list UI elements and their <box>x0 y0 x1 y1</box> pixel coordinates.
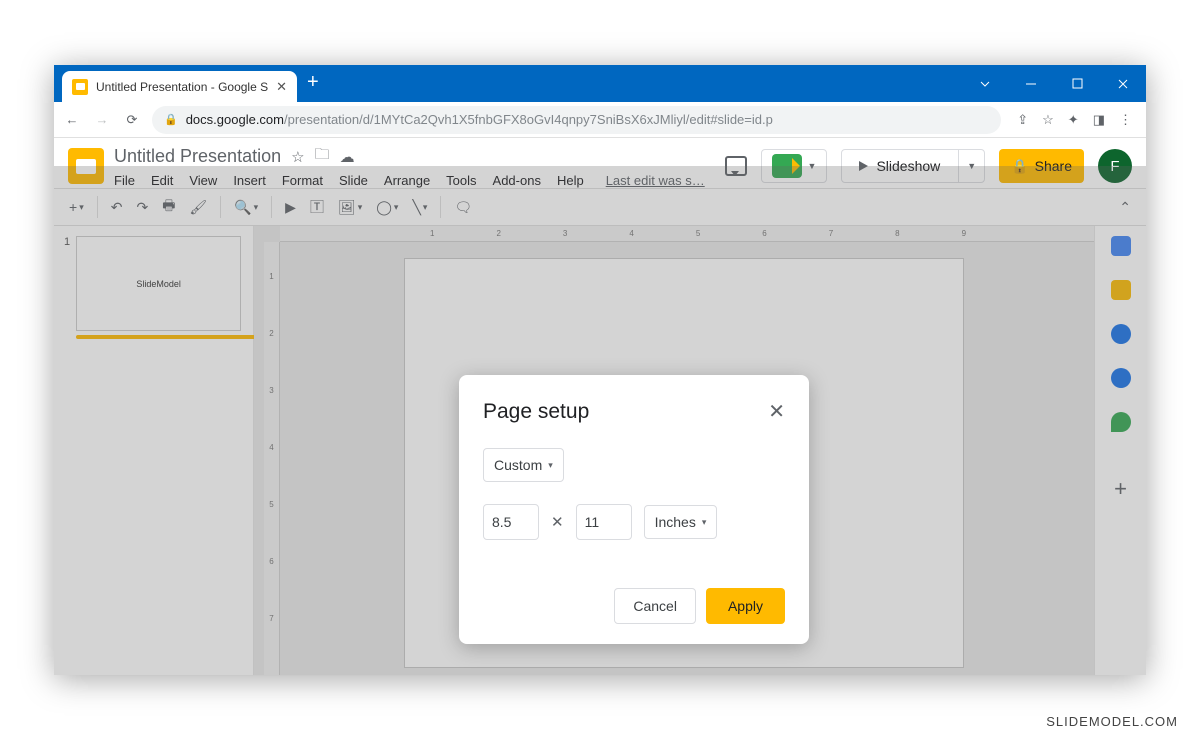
cloud-status-icon[interactable]: ☁ <box>340 148 355 166</box>
window-titlebar: Untitled Presentation - Google S ✕ + <box>54 65 1146 102</box>
url-domain: docs.google.com <box>186 112 284 127</box>
reload-button[interactable]: ⟳ <box>122 112 142 128</box>
watermark: SLIDEMODEL.COM <box>1046 714 1178 729</box>
dimension-separator-icon: ✕ <box>551 513 564 531</box>
slides-favicon-icon <box>72 79 88 95</box>
apply-button[interactable]: Apply <box>706 588 785 624</box>
url-path: /presentation/d/1MYtCa2Qvh1X5fnbGFX8oGvI… <box>284 112 773 127</box>
star-icon[interactable]: ☆ <box>291 148 304 166</box>
extensions-icon[interactable]: ✦ <box>1068 112 1079 128</box>
sidepanel-icon[interactable]: ◨ <box>1093 112 1105 128</box>
height-input[interactable] <box>576 504 632 540</box>
units-dropdown[interactable]: Inches ▾ <box>644 505 718 539</box>
width-input[interactable] <box>483 504 539 540</box>
lock-icon: 🔒 <box>164 113 178 126</box>
dialog-title: Page setup <box>483 400 589 424</box>
tab-title: Untitled Presentation - Google S <box>96 80 268 94</box>
chevron-down-icon: ▾ <box>702 517 707 528</box>
chevron-down-icon[interactable] <box>962 65 1008 102</box>
new-tab-button[interactable]: + <box>307 72 319 92</box>
preset-value: Custom <box>494 457 542 473</box>
maximize-button[interactable] <box>1054 65 1100 102</box>
preset-dropdown[interactable]: Custom ▾ <box>483 448 564 482</box>
url-input[interactable]: 🔒 docs.google.com/presentation/d/1MYtCa2… <box>152 106 1001 134</box>
close-window-button[interactable] <box>1100 65 1146 102</box>
share-icon[interactable]: ⇪ <box>1017 112 1028 128</box>
back-button[interactable]: ← <box>62 112 82 127</box>
units-value: Inches <box>655 514 696 530</box>
close-tab-icon[interactable]: ✕ <box>276 79 287 95</box>
bookmark-icon[interactable]: ☆ <box>1042 112 1054 128</box>
cancel-button[interactable]: Cancel <box>614 588 696 624</box>
browser-window: Untitled Presentation - Google S ✕ + ← →… <box>54 65 1146 675</box>
browser-actions: ⇪ ☆ ✦ ◨ ⋮ <box>1011 112 1138 128</box>
address-bar: ← → ⟳ 🔒 docs.google.com/presentation/d/1… <box>54 102 1146 138</box>
window-controls <box>962 65 1146 102</box>
menu-icon[interactable]: ⋮ <box>1119 112 1132 128</box>
document-title[interactable]: Untitled Presentation <box>114 146 281 167</box>
chevron-down-icon: ▾ <box>548 460 553 471</box>
forward-button[interactable]: → <box>92 112 112 127</box>
close-dialog-button[interactable]: ✕ <box>768 399 785 424</box>
minimize-button[interactable] <box>1008 65 1054 102</box>
browser-tab[interactable]: Untitled Presentation - Google S ✕ <box>62 71 297 102</box>
page-setup-dialog: Page setup ✕ Custom ▾ ✕ Inches ▾ Cancel … <box>459 375 809 644</box>
